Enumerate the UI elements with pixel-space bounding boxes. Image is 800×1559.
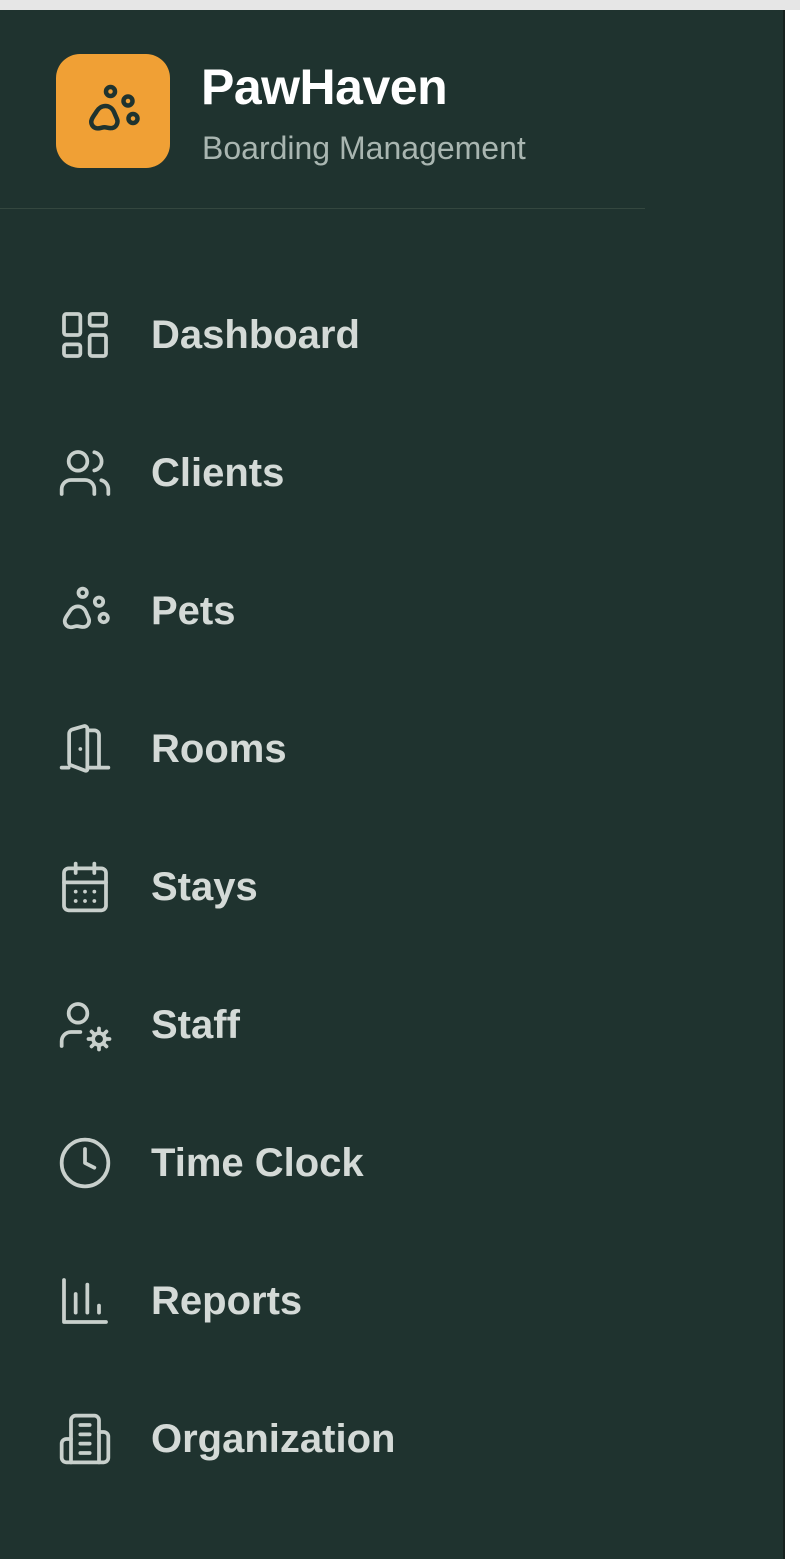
sidebar-item-label: Staff [151, 1003, 240, 1047]
user-cog-icon [56, 996, 114, 1054]
brand-name: PawHaven [201, 59, 448, 115]
brand-header: PawHaven Boarding Management [0, 10, 645, 209]
page: PawHaven Boarding Management Dashboard C… [0, 0, 800, 1559]
sidebar-item-pets[interactable]: Pets [0, 542, 783, 680]
dashboard-grid-icon [56, 306, 114, 364]
sidebar-item-rooms[interactable]: Rooms [0, 680, 783, 818]
sidebar-item-staff[interactable]: Staff [0, 956, 783, 1094]
sidebar: PawHaven Boarding Management Dashboard C… [0, 10, 783, 1559]
sidebar-item-label: Organization [151, 1417, 396, 1461]
sidebar-item-label: Pets [151, 589, 236, 633]
sidebar-nav: Dashboard Clients Pets Rooms Stays Staff… [0, 266, 783, 1508]
sidebar-item-time-clock[interactable]: Time Clock [0, 1094, 783, 1232]
paw-icon [56, 582, 114, 640]
building-icon [56, 1410, 114, 1468]
sidebar-item-label: Clients [151, 451, 285, 495]
sidebar-item-clients[interactable]: Clients [0, 404, 783, 542]
paw-icon [89, 84, 140, 131]
clock-icon [56, 1134, 114, 1192]
sidebar-edge-divider [783, 10, 785, 1559]
sidebar-item-label: Reports [151, 1279, 303, 1323]
users-icon [56, 444, 114, 502]
brand-logo[interactable] [56, 54, 170, 168]
sidebar-item-dashboard[interactable]: Dashboard [0, 266, 783, 404]
sidebar-item-label: Time Clock [151, 1141, 364, 1185]
sidebar-item-organization[interactable]: Organization [0, 1370, 783, 1508]
sidebar-item-label: Stays [151, 865, 258, 909]
window-top-strip [0, 0, 800, 10]
brand-subtitle: Boarding Management [202, 130, 526, 166]
sidebar-item-stays[interactable]: Stays [0, 818, 783, 956]
bar-chart-icon [56, 1272, 114, 1330]
sidebar-item-label: Rooms [151, 727, 287, 771]
sidebar-item-reports[interactable]: Reports [0, 1232, 783, 1370]
calendar-icon [56, 858, 114, 916]
door-icon [56, 720, 114, 778]
sidebar-item-label: Dashboard [151, 313, 360, 357]
